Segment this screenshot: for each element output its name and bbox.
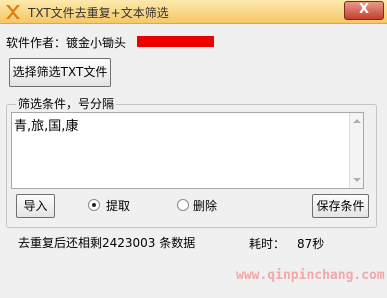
author-label: 软件作者：镀金小锄头	[6, 36, 127, 50]
filter-conditions-textarea[interactable]: 青,旅,国,康	[11, 112, 364, 189]
filter-conditions-text: 青,旅,国,康	[14, 119, 79, 134]
elapsed-time-label: 耗时：	[249, 237, 286, 251]
delete-radio-label[interactable]: 删除	[193, 197, 217, 214]
save-conditions-button[interactable]: 保存条件	[312, 194, 369, 218]
window-title: TXT文件去重复+文本筛选	[28, 6, 169, 20]
site-watermark: www.qinpinchang.com	[236, 268, 385, 283]
vertical-scrollbar[interactable]	[349, 113, 363, 188]
radio-selected-dot-icon	[92, 203, 96, 207]
title-bar: TXT文件去重复+文本筛选 X	[0, 0, 387, 24]
extract-radio[interactable]	[88, 199, 100, 211]
extract-radio-label[interactable]: 提取	[106, 197, 130, 214]
import-button[interactable]: 导入	[16, 194, 55, 218]
redaction-bar	[137, 36, 214, 47]
close-button[interactable]: X	[344, 1, 384, 20]
scroll-up-arrow-icon[interactable]	[353, 119, 361, 123]
delete-radio[interactable]	[177, 199, 189, 211]
scroll-down-arrow-icon[interactable]	[353, 178, 361, 182]
app-icon	[6, 5, 20, 19]
filter-group-label: 筛选条件，号分隔	[16, 95, 117, 112]
dedupe-result-status: 去重复后还相剩2423003 条数据	[18, 236, 196, 250]
select-txt-file-button[interactable]: 选择筛选TXT文件	[9, 58, 111, 87]
elapsed-time-value: 87秒	[297, 237, 325, 251]
